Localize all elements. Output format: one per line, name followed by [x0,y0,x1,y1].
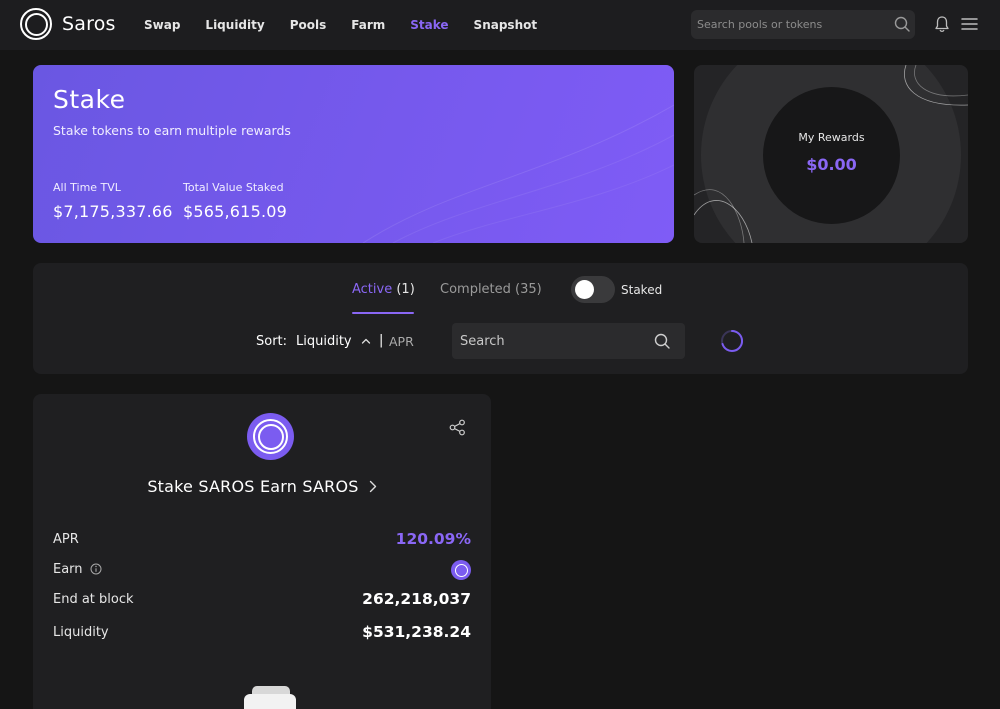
stat-value-all-time-tvl: $7,175,337.66 [53,202,173,221]
search-icon[interactable] [894,16,910,32]
liquidity-value: $531,238.24 [362,623,471,641]
nav-link-pools[interactable]: Pools [290,16,327,34]
staked-toggle-label: Staked [621,283,663,297]
wallet-icon [244,686,296,709]
tab-active[interactable]: Active (1) [352,282,415,297]
pool-title: Stake SAROS Earn SAROS [147,477,359,496]
saros-logo-icon [20,8,52,40]
sort-label: Sort: [256,334,288,349]
sort-separator: | [379,333,384,348]
brand-name: Saros [62,13,116,35]
nav-link-swap[interactable]: Swap [144,16,180,34]
search-icon[interactable] [654,333,670,349]
stake-hero-banner: Stake Stake tokens to earn multiple rewa… [33,65,674,243]
bell-icon[interactable] [934,15,950,33]
tab-active-label: Active [352,282,393,297]
toggle-knob [575,280,594,299]
sort-option-liquidity[interactable]: Liquidity [296,334,352,349]
earn-token-saros-icon [451,560,471,580]
earn-label: Earn [53,562,83,577]
stake-pool-card: Stake SAROS Earn SAROS APR 120.09% Earn … [33,394,491,709]
chevron-right-icon [369,480,376,493]
pool-title-link[interactable]: Stake SAROS Earn SAROS [33,477,491,496]
global-search-input[interactable] [697,10,887,39]
chevron-up-icon[interactable] [361,337,371,345]
pool-search-input[interactable] [460,323,650,359]
nav-link-stake[interactable]: Stake [410,16,448,34]
stat-value-total-value-staked: $565,615.09 [183,202,287,221]
end-block-label: End at block [53,592,134,607]
main-menu: Swap Liquidity Pools Farm Stake Snapshot [144,16,562,34]
nav-link-liquidity[interactable]: Liquidity [205,16,264,34]
global-search [691,10,915,39]
stat-label-total-value-staked: Total Value Staked [183,181,284,194]
stake-filters-panel: Active (1) Completed (35) Staked Sort: L… [33,263,968,374]
tab-active-count: (1) [396,282,415,297]
apr-value: 120.09% [395,530,471,548]
menu-icon[interactable] [961,17,978,31]
rewards-value: $0.00 [806,155,857,174]
rewards-label: My Rewards [798,131,865,144]
share-icon[interactable] [449,419,466,436]
top-navbar: Saros Swap Liquidity Pools Farm Stake Sn… [0,0,1000,50]
sort-option-apr[interactable]: APR [389,334,414,349]
nav-link-snapshot[interactable]: Snapshot [474,16,538,34]
my-rewards-card: My Rewards $0.00 [694,65,968,243]
page-subtitle: Stake tokens to earn multiple rewards [53,123,291,138]
info-icon[interactable] [90,563,102,575]
end-block-value: 262,218,037 [362,590,471,608]
active-tab-indicator [352,312,414,314]
nav-link-farm[interactable]: Farm [351,16,385,34]
page-title: Stake [53,85,126,114]
liquidity-label: Liquidity [53,625,109,640]
apr-label: APR [53,532,79,547]
pool-search [452,323,685,359]
tab-completed[interactable]: Completed (35) [440,282,542,297]
saros-token-icon [247,413,294,460]
staked-toggle[interactable] [571,276,615,303]
brand-logo[interactable]: Saros [20,8,116,40]
stat-label-all-time-tvl: All Time TVL [53,181,121,194]
loading-spinner-icon [721,329,744,352]
